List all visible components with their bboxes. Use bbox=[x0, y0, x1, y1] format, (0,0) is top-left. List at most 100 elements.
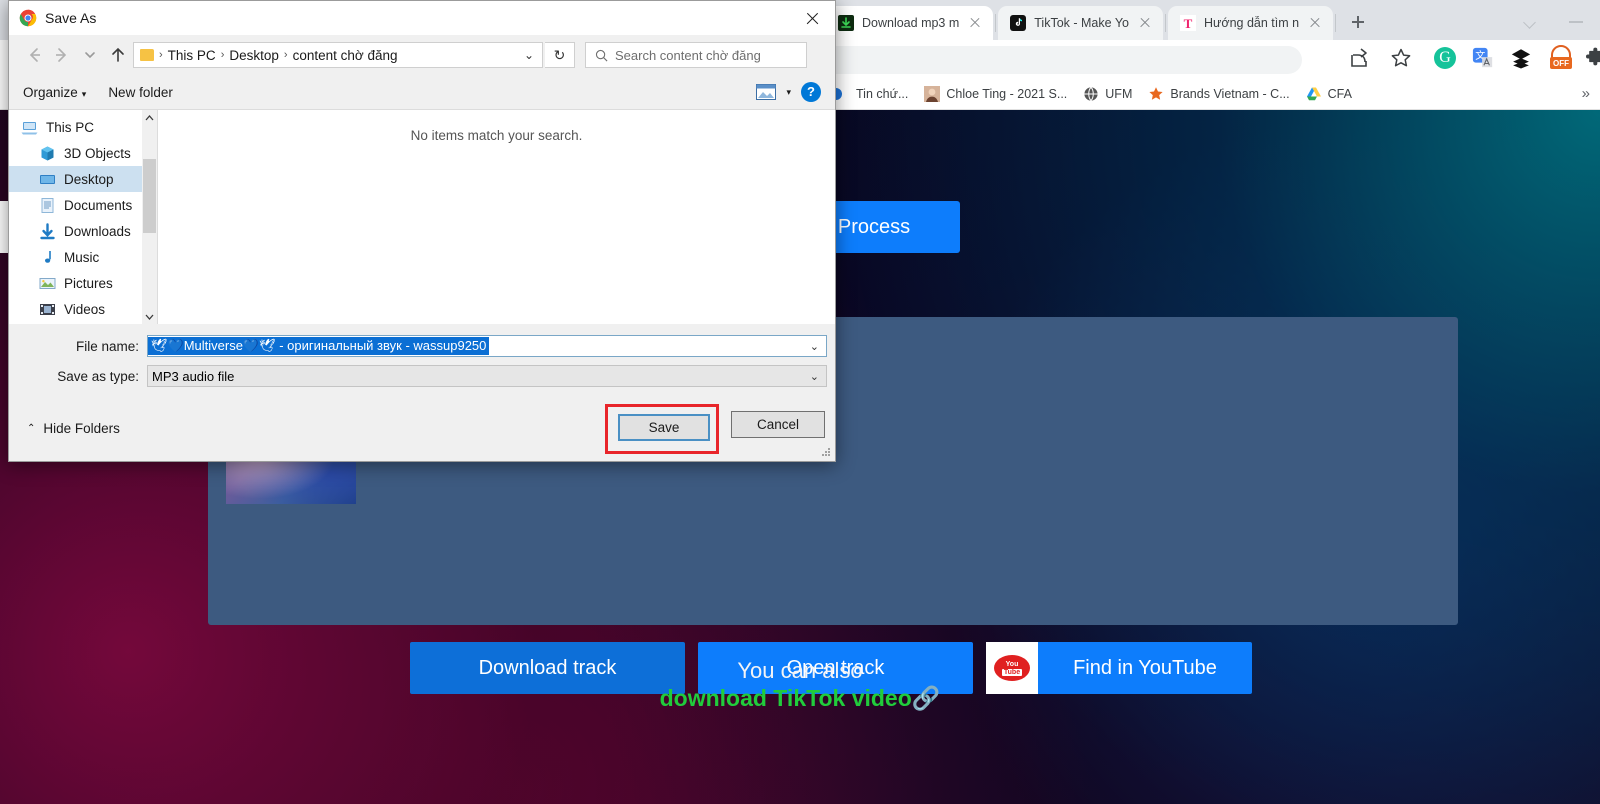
orange-star-icon bbox=[1148, 86, 1164, 102]
bookmark-label: CFA bbox=[1328, 87, 1352, 101]
bookmark-label: Tin chứ... bbox=[856, 87, 908, 101]
sidebar-item-music[interactable]: Music bbox=[9, 244, 157, 270]
globe-icon bbox=[1083, 86, 1099, 102]
dialog-command-row: Organize▾ New folder ▾ ? bbox=[9, 75, 835, 109]
bookmark-label: UFM bbox=[1105, 87, 1132, 101]
save-as-type-value: MP3 audio file bbox=[148, 369, 234, 384]
chevron-down-icon[interactable]: ⌄ bbox=[810, 370, 826, 383]
sidebar-item-videos[interactable]: Videos bbox=[9, 296, 157, 322]
you-can-also-text: You can also bbox=[0, 658, 1600, 684]
file-list[interactable]: No items match your search. bbox=[157, 110, 835, 324]
sidebar-item-pictures[interactable]: Pictures bbox=[9, 270, 157, 296]
dialog-body: This PC 3D Objects Desktop bbox=[9, 109, 835, 324]
breadcrumb[interactable]: › This PC › Desktop › content chờ đăng ⌄ bbox=[133, 42, 543, 68]
save-as-dialog: Save As › This PC › Desktop › content ch… bbox=[8, 0, 836, 462]
scroll-down-button[interactable] bbox=[142, 309, 157, 325]
scrollbar-thumb[interactable] bbox=[143, 159, 156, 233]
scroll-up-button[interactable] bbox=[142, 110, 157, 126]
sidebar-item-desktop[interactable]: Desktop bbox=[9, 166, 157, 192]
tiktok-icon bbox=[1010, 15, 1026, 31]
download-tiktok-video-link[interactable]: download TikTok video🔗 bbox=[0, 685, 1600, 712]
tab-close-icon[interactable] bbox=[1137, 15, 1153, 31]
3d-objects-icon bbox=[39, 145, 56, 162]
chevron-down-icon[interactable]: ⌄ bbox=[810, 340, 826, 353]
grammarly-icon[interactable]: G bbox=[1434, 47, 1456, 69]
resize-grip[interactable] bbox=[821, 448, 831, 458]
tab-close-icon[interactable] bbox=[1307, 15, 1323, 31]
sidebar-label: Videos bbox=[64, 302, 105, 317]
tab-separator bbox=[995, 14, 996, 32]
sidebar-item-downloads[interactable]: Downloads bbox=[9, 218, 157, 244]
bookmark-chloe-ting[interactable]: Chloe Ting - 2021 S... bbox=[916, 83, 1075, 105]
off-badge-icon[interactable]: OFF bbox=[1548, 44, 1574, 71]
save-button[interactable]: Save bbox=[618, 414, 710, 441]
t-pink-icon: T bbox=[1180, 15, 1196, 31]
bookmark-cfa[interactable]: CFA bbox=[1298, 83, 1360, 105]
view-layout-icon[interactable] bbox=[756, 84, 776, 100]
save-as-type-row: Save as type: MP3 audio file ⌄ bbox=[9, 364, 835, 388]
extensions-puzzle-icon[interactable] bbox=[1585, 47, 1600, 69]
organize-button[interactable]: Organize▾ bbox=[23, 85, 86, 100]
pictures-icon bbox=[39, 275, 56, 292]
minimize-button[interactable] bbox=[1554, 6, 1600, 36]
new-tab-button[interactable] bbox=[1344, 8, 1372, 36]
breadcrumb-separator: › bbox=[282, 49, 290, 61]
bookmark-label: Chloe Ting - 2021 S... bbox=[946, 87, 1067, 101]
tab-download-mp3[interactable]: Download mp3 m bbox=[826, 6, 993, 40]
search-box[interactable]: Search content chờ đăng bbox=[585, 42, 807, 68]
save-button-highlight: Save bbox=[605, 404, 719, 454]
dialog-close-button[interactable] bbox=[789, 1, 835, 35]
hide-folders-button[interactable]: ⌃ Hide Folders bbox=[27, 421, 120, 436]
dialog-command-right: ▾ ? bbox=[756, 82, 821, 102]
search-icon bbox=[595, 49, 608, 62]
breadcrumb-item-desktop[interactable]: Desktop bbox=[229, 48, 279, 63]
breadcrumb-item-this-pc[interactable]: This PC bbox=[168, 48, 216, 63]
breadcrumb-item-content[interactable]: content chờ đăng bbox=[293, 48, 398, 63]
dialog-titlebar: Save As bbox=[9, 1, 835, 35]
folder-icon bbox=[140, 49, 154, 61]
hide-folders-label: Hide Folders bbox=[43, 421, 120, 436]
bookmark-tin-chu[interactable]: Tin chứ... bbox=[826, 83, 916, 105]
help-button[interactable]: ? bbox=[801, 82, 821, 102]
back-arrow-icon[interactable] bbox=[21, 42, 47, 68]
save-as-type-select[interactable]: MP3 audio file ⌄ bbox=[147, 365, 827, 387]
sidebar-item-3d-objects[interactable]: 3D Objects bbox=[9, 140, 157, 166]
tab-tiktok[interactable]: TikTok - Make Yo bbox=[998, 6, 1163, 40]
tab-separator bbox=[1335, 14, 1336, 32]
forward-arrow-icon[interactable] bbox=[49, 42, 75, 68]
breadcrumb-dropdown-icon[interactable]: ⌄ bbox=[524, 48, 542, 62]
file-name-input[interactable]: 🕊💙Multiverse💙🕊 - оригинальный звук - was… bbox=[147, 335, 827, 357]
up-arrow-icon[interactable] bbox=[105, 42, 131, 68]
bookmark-ufm[interactable]: UFM bbox=[1075, 83, 1140, 105]
minimize-icon bbox=[1569, 21, 1583, 23]
star-icon[interactable] bbox=[1389, 46, 1413, 70]
cancel-button[interactable]: Cancel bbox=[731, 411, 825, 438]
tab-title: Hướng dẫn tìm n bbox=[1204, 16, 1299, 30]
sidebar-item-documents[interactable]: Documents bbox=[9, 192, 157, 218]
bookmarks-overflow-button[interactable]: » bbox=[1582, 85, 1600, 102]
translate-icon[interactable]: 文 bbox=[1472, 47, 1494, 69]
dialog-fields: File name: 🕊💙Multiverse💙🕊 - оригинальный… bbox=[9, 324, 835, 388]
refresh-button[interactable]: ↻ bbox=[545, 42, 575, 68]
bookmark-brands-vietnam[interactable]: Brands Vietnam - C... bbox=[1140, 83, 1297, 105]
view-caret-icon[interactable]: ▾ bbox=[786, 87, 791, 98]
caret-up-icon: ⌃ bbox=[27, 423, 35, 434]
tab-huong-dan[interactable]: T Hướng dẫn tìm n bbox=[1168, 6, 1333, 40]
sidebar-label: Pictures bbox=[64, 276, 113, 291]
recent-locations-icon[interactable] bbox=[77, 42, 103, 68]
download-green-icon bbox=[838, 15, 854, 31]
chevron-down-icon bbox=[1523, 16, 1536, 29]
layers-icon[interactable] bbox=[1510, 47, 1532, 69]
sidebar-item-this-pc[interactable]: This PC bbox=[9, 114, 157, 140]
file-name-row: File name: 🕊💙Multiverse💙🕊 - оригинальный… bbox=[9, 334, 835, 358]
sidebar-label: Music bbox=[64, 250, 99, 265]
tab-search-button[interactable] bbox=[1508, 6, 1554, 36]
nav-pane-scrollbar[interactable] bbox=[142, 110, 157, 325]
share-icon[interactable] bbox=[1348, 46, 1372, 70]
sidebar-label: Downloads bbox=[64, 224, 131, 239]
dialog-nav-row: › This PC › Desktop › content chờ đăng ⌄… bbox=[9, 35, 835, 75]
new-folder-button[interactable]: New folder bbox=[108, 85, 173, 100]
tab-close-icon[interactable] bbox=[967, 15, 983, 31]
videos-icon bbox=[39, 301, 56, 318]
bookmark-label: Brands Vietnam - C... bbox=[1170, 87, 1289, 101]
